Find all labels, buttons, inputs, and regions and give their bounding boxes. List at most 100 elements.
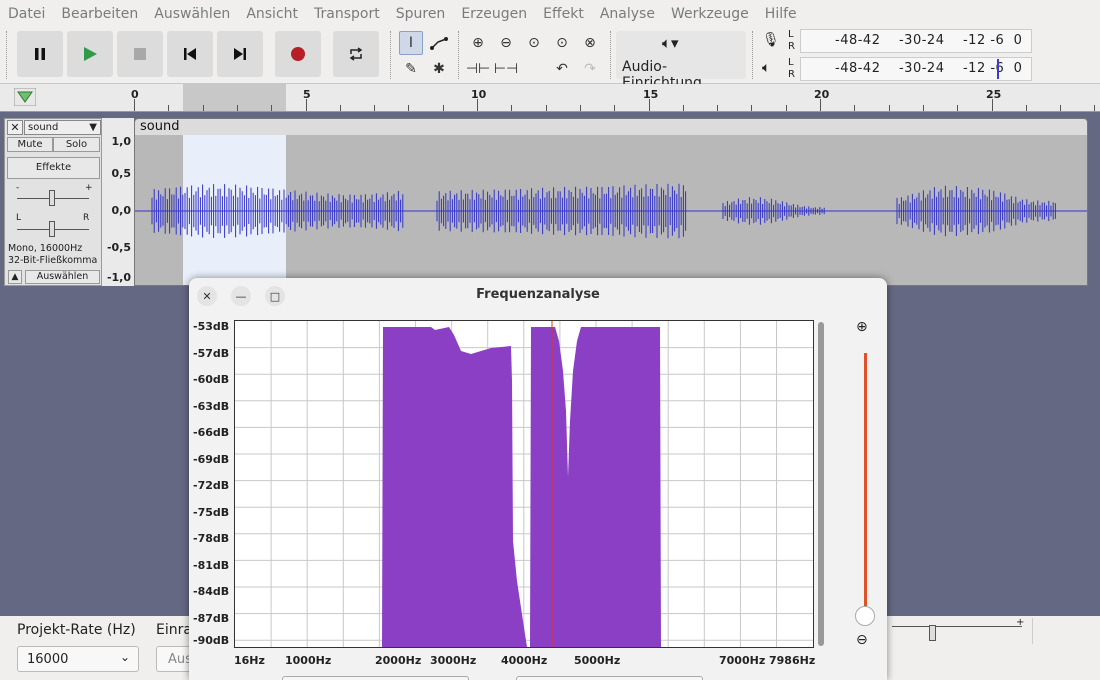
fit-selection-icon[interactable]: ⊙: [522, 31, 546, 55]
toolbar-grip[interactable]: [390, 31, 393, 79]
solo-button[interactable]: Solo: [53, 137, 100, 152]
zoom-out-icon[interactable]: ⊖: [856, 632, 868, 648]
dropdown-icon: ▼: [89, 122, 97, 133]
menu-hilfe[interactable]: Hilfe: [765, 6, 797, 22]
playback-meter[interactable]: -48-42 -30-24 -12 -6 0: [800, 57, 1032, 81]
menu-transport[interactable]: Transport: [314, 6, 380, 22]
record-button[interactable]: [275, 31, 321, 77]
speed-slider-thumb[interactable]: [929, 625, 936, 641]
divider: [1032, 618, 1033, 644]
zoom-out-icon[interactable]: ⊖: [494, 31, 518, 55]
db-axis-label: -75dB: [193, 506, 230, 519]
amplitude-ruler: 1,0 0,5 0,0 -0,5 -1,0: [102, 118, 134, 286]
toolbar-grip[interactable]: [610, 31, 613, 79]
track-format-bits: 32-Bit-Fließkomma: [8, 255, 98, 266]
microphone-icon[interactable]: 🎙︎: [762, 32, 780, 48]
speaker-meter-icon[interactable]: 🔈︎: [762, 60, 770, 76]
toolbar-grip[interactable]: [458, 31, 461, 79]
playback-level-marker: [997, 59, 999, 79]
ruler-tick: [785, 105, 787, 111]
close-track-icon[interactable]: ✕: [7, 120, 23, 135]
algorithm-select[interactable]: [282, 676, 469, 680]
ruler-label: 15: [643, 88, 659, 101]
record-meter[interactable]: -48-42 -30-24 -12 -6 0: [800, 29, 1032, 53]
ruler-tick: [1025, 105, 1027, 111]
ruler-tick: [408, 105, 410, 111]
amplitude-label: -1,0: [106, 271, 131, 284]
redo-icon[interactable]: ↷: [578, 57, 602, 81]
project-rate-select[interactable]: 16000 ⌄: [17, 646, 139, 672]
undo-icon[interactable]: ↶: [550, 57, 574, 81]
toolbar-grip[interactable]: [6, 31, 9, 79]
selection-tool-icon[interactable]: I: [399, 31, 423, 55]
envelope-tool-icon[interactable]: [427, 31, 451, 55]
trim-icon[interactable]: ⊣⊢: [466, 57, 490, 81]
collapse-track-icon[interactable]: ▲: [8, 270, 22, 284]
pan-slider-thumb[interactable]: [49, 221, 55, 237]
track-name-menu[interactable]: sound ▼: [24, 120, 101, 135]
pause-button[interactable]: [17, 31, 63, 77]
menu-effekt[interactable]: Effekt: [543, 6, 584, 22]
effects-button[interactable]: Effekte: [7, 157, 100, 179]
ruler-tick: [374, 105, 376, 111]
ruler-tick: [751, 105, 753, 111]
skip-start-button[interactable]: [167, 31, 213, 77]
zoom-in-icon[interactable]: ⊕: [466, 31, 490, 55]
ruler-label: 10: [471, 88, 487, 101]
waveform-track[interactable]: sound: [134, 118, 1088, 286]
zoom-slider-thumb[interactable]: [855, 606, 875, 626]
play-icon: [84, 47, 97, 61]
ruler-tick: [477, 99, 478, 111]
clip-header[interactable]: sound: [135, 119, 1087, 135]
ruler-tick: [922, 105, 924, 111]
plot-scrollbar[interactable]: [818, 322, 824, 646]
frequency-analysis-dialog: ✕ — □ Frequenzanalyse -53dB -57dB -60dB -63…: [189, 278, 887, 680]
play-button[interactable]: [67, 31, 113, 77]
menu-erzeugen[interactable]: Erzeugen: [461, 6, 527, 22]
multi-tool-icon[interactable]: ✱: [427, 57, 451, 81]
timeline-ruler[interactable]: 0 5 10 15 20 25: [0, 84, 1100, 112]
track-format-rate: Mono, 16000Hz: [8, 243, 83, 254]
ruler-tick: [717, 105, 719, 111]
db-axis-label: -53dB: [193, 320, 230, 333]
play-head-triangle-icon[interactable]: [13, 87, 37, 109]
amplitude-label: 1,0: [111, 135, 132, 148]
clip-title: sound: [140, 119, 180, 134]
zoom-slider-track: [864, 353, 867, 617]
zoom-toggle-icon[interactable]: ⊗: [578, 31, 602, 55]
toolbar-grip[interactable]: [752, 31, 755, 79]
stop-button[interactable]: [117, 31, 163, 77]
audio-setup-button[interactable]: 🔈︎▾ Audio-Einrichtung: [616, 31, 746, 91]
ruler-tick: [991, 99, 993, 111]
chevron-down-icon: ⌄: [119, 650, 131, 664]
menu-ansicht[interactable]: Ansicht: [246, 6, 298, 22]
speaker-icon: 🔈︎▾: [662, 34, 679, 52]
loop-button[interactable]: [333, 31, 379, 77]
size-select[interactable]: [516, 676, 703, 680]
menu-bearbeiten[interactable]: Bearbeiten: [61, 6, 138, 22]
amplitude-label: 0,5: [111, 167, 132, 180]
hz-axis-label: 7986Hz: [769, 654, 816, 667]
spectrum-plot[interactable]: [234, 320, 814, 648]
gain-slider-thumb[interactable]: [49, 190, 55, 206]
draw-tool-icon[interactable]: ✎: [399, 57, 423, 81]
menu-werkzeuge[interactable]: Werkzeuge: [671, 6, 749, 22]
select-track-button[interactable]: Auswählen: [25, 270, 100, 284]
zoom-in-icon[interactable]: ⊕: [856, 319, 868, 335]
spectrum-graph: [235, 321, 813, 647]
skip-end-button[interactable]: [217, 31, 263, 77]
ruler-tick: [854, 105, 856, 111]
hz-axis-label: 2000Hz: [375, 654, 422, 667]
menu-auswaehlen[interactable]: Auswählen: [154, 6, 230, 22]
ruler-tick: [1094, 105, 1096, 111]
silence-icon[interactable]: ⊢⊣: [494, 57, 518, 81]
fit-project-icon[interactable]: ⊙: [550, 31, 574, 55]
db-axis-label: -66dB: [193, 426, 230, 439]
project-rate-label: Projekt-Rate (Hz): [17, 622, 136, 638]
menu-datei[interactable]: Datei: [8, 6, 45, 22]
mute-button[interactable]: Mute: [7, 137, 53, 152]
amplitude-label: 0,0: [111, 204, 132, 217]
menu-analyse[interactable]: Analyse: [600, 6, 655, 22]
skip-start-icon: [184, 48, 196, 60]
menu-spuren[interactable]: Spuren: [396, 6, 446, 22]
